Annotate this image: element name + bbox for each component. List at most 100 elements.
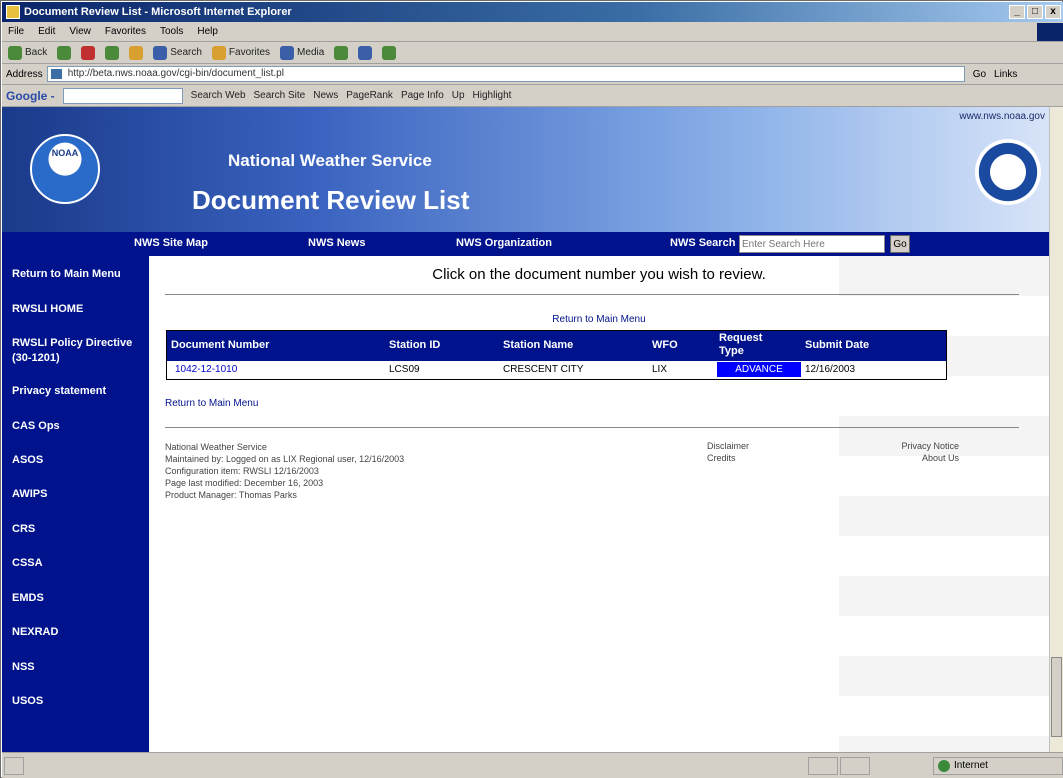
footer-line: Configuration item: RWSLI 12/16/2003: [165, 466, 319, 476]
address-go-button[interactable]: Go: [969, 69, 990, 80]
noaa-logo[interactable]: NOAA: [30, 134, 100, 204]
windows-flag-icon: [1037, 22, 1063, 41]
minimize-button[interactable]: _: [1009, 5, 1025, 19]
menu-edit[interactable]: Edit: [38, 26, 55, 37]
forward-arrow-icon: [57, 45, 72, 60]
col-station-name: Station Name: [503, 339, 574, 351]
search-web-button[interactable]: Search Web: [191, 90, 246, 101]
status-pane: [840, 756, 870, 775]
document-number-link[interactable]: 1042-12-1010: [175, 364, 237, 375]
maximize-button[interactable]: □: [1027, 5, 1043, 19]
site-url-link[interactable]: www.nws.noaa.gov: [959, 111, 1045, 122]
sidebar-item-nexrad[interactable]: NEXRAD: [12, 625, 147, 640]
sidebar: Return to Main Menu RWSLI HOME RWSLI Pol…: [2, 256, 149, 752]
header-banner: NOAA National Weather Service Document R…: [2, 107, 1049, 232]
credits-link[interactable]: Credits: [707, 453, 736, 463]
refresh-icon: [105, 45, 120, 60]
request-type-badge: ADVANCE: [717, 362, 801, 377]
history-button[interactable]: [334, 45, 349, 60]
cell-wfo: LIX: [652, 364, 668, 375]
status-text: [26, 757, 806, 775]
forward-button[interactable]: [57, 45, 72, 60]
nav-news[interactable]: NWS News: [308, 237, 365, 249]
instruction-text: Click on the document number you wish to…: [432, 266, 766, 283]
sidebar-item-privacy[interactable]: Privacy statement: [12, 384, 147, 399]
footer-line: Page last modified: December 16, 2003: [165, 478, 324, 488]
sidebar-item-crs[interactable]: CRS: [12, 522, 147, 537]
search-button[interactable]: Search: [153, 45, 202, 60]
refresh-button[interactable]: [105, 45, 120, 60]
google-search-input[interactable]: [62, 87, 183, 104]
menu-favorites[interactable]: Favorites: [105, 26, 146, 37]
nav-organization[interactable]: NWS Organization: [456, 237, 552, 249]
home-icon: [129, 45, 144, 60]
col-wfo: WFO: [652, 339, 678, 351]
return-main-menu-link[interactable]: Return to Main Menu: [149, 314, 1049, 325]
title-bar[interactable]: Document Review List - Microsoft Interne…: [2, 2, 1063, 22]
home-button[interactable]: [129, 45, 144, 60]
address-input[interactable]: http://beta.nws.noaa.gov/cgi-bin/documen…: [46, 66, 965, 82]
disclaimer-link[interactable]: Disclaimer: [707, 441, 749, 451]
nav-search-label: NWS Search: [670, 237, 736, 249]
vertical-scrollbar[interactable]: [1049, 107, 1063, 752]
mail-button[interactable]: [358, 45, 373, 60]
about-us-link[interactable]: About Us: [879, 453, 959, 463]
search-go-button[interactable]: Go: [890, 235, 910, 253]
highlight-button[interactable]: Highlight: [473, 90, 512, 101]
links-button[interactable]: Links: [994, 69, 1017, 80]
sidebar-item-usos[interactable]: USOS: [12, 694, 147, 709]
page-title: Document Review List: [192, 185, 470, 215]
browser-window: Document Review List - Microsoft Interne…: [0, 0, 1063, 778]
star-icon: [211, 45, 226, 60]
media-button[interactable]: Media: [280, 45, 324, 60]
menu-tools[interactable]: Tools: [160, 26, 183, 37]
globe-icon: [938, 759, 950, 772]
return-main-menu-link-bottom[interactable]: Return to Main Menu: [165, 398, 258, 409]
search-input[interactable]: [739, 235, 885, 253]
top-nav: NWS Site Map NWS News NWS Organization N…: [2, 232, 1049, 256]
back-button[interactable]: Back: [8, 45, 47, 60]
window-title: Document Review List - Microsoft Interne…: [24, 6, 292, 18]
privacy-notice-link[interactable]: Privacy Notice: [879, 441, 959, 451]
menu-file[interactable]: File: [8, 26, 24, 37]
sidebar-item-nss[interactable]: NSS: [12, 660, 147, 675]
status-bar: Internet: [2, 752, 1063, 778]
col-submit-date: Submit Date: [805, 339, 870, 351]
cell-station-id: LCS09: [389, 364, 420, 375]
favorites-button[interactable]: Favorites: [211, 45, 270, 60]
org-title: National Weather Service: [228, 151, 432, 170]
sidebar-item-asos[interactable]: ASOS: [12, 453, 147, 468]
toolbar: Back Search Favorites Media: [2, 42, 1063, 64]
page-status-icon: [4, 756, 24, 775]
stop-button[interactable]: [81, 45, 96, 60]
up-button[interactable]: Up: [452, 90, 465, 101]
stop-icon: [81, 45, 96, 60]
sidebar-item-cssa[interactable]: CSSA: [12, 556, 147, 571]
print-button[interactable]: [382, 45, 397, 60]
menu-view[interactable]: View: [69, 26, 91, 37]
sidebar-item-cas-ops[interactable]: CAS Ops: [12, 419, 147, 434]
page-viewport: NOAA National Weather Service Document R…: [2, 107, 1049, 752]
mail-icon: [358, 45, 373, 60]
sidebar-item-rwsli-home[interactable]: RWSLI HOME: [12, 302, 147, 317]
sidebar-item-main-menu[interactable]: Return to Main Menu: [12, 267, 147, 282]
search-site-button[interactable]: Search Site: [254, 90, 306, 101]
cell-station-name: CRESCENT CITY: [503, 364, 584, 375]
sidebar-item-policy-directive[interactable]: RWSLI Policy Directive (30-1201): [12, 336, 147, 366]
menu-help[interactable]: Help: [197, 26, 218, 37]
news-button[interactable]: News: [313, 90, 338, 101]
history-icon: [334, 45, 349, 60]
nws-seal-logo[interactable]: [975, 139, 1041, 205]
nav-site-map[interactable]: NWS Site Map: [134, 237, 208, 249]
close-button[interactable]: x: [1045, 5, 1061, 19]
google-toolbar: Google - Search Web Search Site News Pag…: [2, 85, 1063, 107]
status-pane: [808, 756, 838, 775]
sidebar-item-emds[interactable]: EMDS: [12, 591, 147, 606]
security-zone: Internet: [933, 756, 1063, 775]
zone-label: Internet: [954, 760, 988, 771]
table-header: Document Number Station ID Station Name …: [167, 331, 946, 361]
google-logo[interactable]: Google -: [6, 89, 55, 103]
scrollbar-thumb[interactable]: [1051, 657, 1062, 737]
sidebar-item-awips[interactable]: AWIPS: [12, 487, 147, 502]
page-info-button[interactable]: Page Info: [401, 90, 444, 101]
